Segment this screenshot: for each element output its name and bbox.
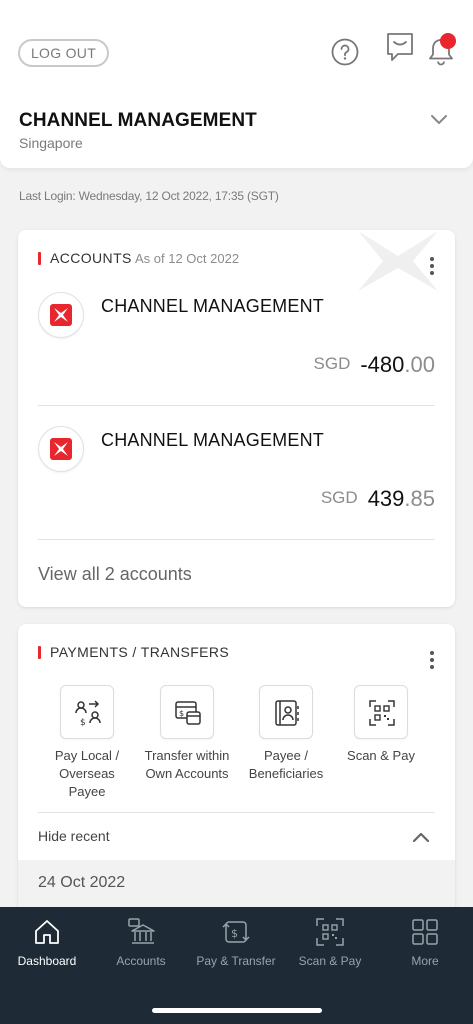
account-logo (38, 426, 84, 472)
qr-scan-icon-box (354, 685, 408, 739)
account-divider (38, 539, 435, 540)
svg-text:$: $ (179, 709, 184, 718)
account-balance-decimal: .85 (404, 486, 435, 511)
nav-scan-pay[interactable]: Scan & Pay (283, 917, 377, 968)
account-balance: SGD -480.00 (314, 352, 435, 378)
view-all-accounts-link[interactable]: View all 2 accounts (38, 564, 192, 585)
nav-more[interactable]: More (378, 917, 472, 968)
profile-name[interactable]: CHANNEL MANAGEMENT (19, 110, 257, 132)
last-login-text: Last Login: Wednesday, 12 Oct 2022, 17:3… (19, 189, 279, 203)
qr-scan-icon (369, 700, 395, 726)
accounts-more-icon[interactable] (429, 256, 435, 276)
pay-local-icon: $ (75, 700, 101, 727)
nav-dashboard-label: Dashboard (17, 954, 77, 968)
payments-card: PAYMENTS / TRANSFERS $ Pay Local / Overs… (18, 624, 455, 914)
qr-scan-icon (316, 918, 344, 946)
account-name[interactable]: CHANNEL MANAGEMENT (101, 430, 324, 451)
bank-icon (128, 918, 155, 944)
nav-pay-transfer[interactable]: $ Pay & Transfer (189, 917, 283, 968)
account-balance-whole: 439 (367, 486, 405, 511)
nav-dashboard[interactable]: Dashboard (0, 917, 94, 968)
nav-scan-pay-label: Scan & Pay (298, 954, 362, 968)
top-header: LOG OUT CHANNEL MANAGEMENT Singapore (0, 0, 473, 168)
transfer-icon: $ (175, 701, 201, 725)
hide-recent-toggle[interactable]: Hide recent (38, 828, 110, 844)
transfer-own-accounts-tile[interactable]: $ Transfer within Own Accounts (142, 685, 232, 783)
scan-pay-label: Scan & Pay (347, 748, 415, 763)
accounts-card: ACCOUNTS As of 12 Oct 2022 CHANNEL MANAG… (18, 230, 455, 607)
home-icon (35, 920, 59, 944)
bottom-navigation: Dashboard Accounts $ Pay & Transfer Scan… (0, 907, 473, 1024)
bank-logo-icon (50, 438, 72, 460)
chevron-down-icon[interactable] (430, 112, 448, 126)
svg-text:$: $ (80, 718, 86, 727)
payments-divider (38, 812, 435, 813)
accounts-title-bar (38, 252, 41, 265)
recent-date-header: 24 Oct 2022 (38, 874, 126, 891)
transfer-own-label: Transfer within Own Accounts (144, 748, 230, 781)
account-currency: SGD (313, 354, 351, 373)
home-indicator (152, 1008, 322, 1013)
scan-pay-tile[interactable]: Scan & Pay (336, 685, 426, 765)
transfer-icon-box: $ (160, 685, 214, 739)
account-balance-whole: -480 (360, 352, 405, 377)
payee-book-icon-box (259, 685, 313, 739)
chat-icon[interactable] (386, 32, 414, 62)
svg-text:$: $ (231, 927, 238, 940)
nav-more-label: More (411, 954, 439, 968)
account-divider (38, 405, 435, 406)
chevron-up-icon[interactable] (412, 831, 430, 843)
pay-transfer-icon: $ (222, 921, 250, 943)
account-balance: SGD 439.85 (321, 486, 435, 512)
payee-label: Payee / Beneficiaries (248, 748, 324, 781)
account-logo (38, 292, 84, 338)
payments-title-bar (38, 646, 41, 659)
accounts-title: ACCOUNTS (50, 250, 132, 266)
pay-local-overseas-tile[interactable]: $ Pay Local / Overseas Payee (42, 685, 132, 801)
payments-title: PAYMENTS / TRANSFERS (50, 644, 230, 660)
payee-book-icon (275, 700, 299, 726)
pay-local-label: Pay Local / Overseas Payee (54, 748, 120, 799)
nav-pay-transfer-label: Pay & Transfer (196, 954, 276, 968)
account-name[interactable]: CHANNEL MANAGEMENT (101, 296, 324, 317)
account-currency: SGD (320, 488, 358, 507)
nav-accounts-label: Accounts (116, 954, 166, 968)
profile-country: Singapore (19, 135, 83, 151)
payments-more-icon[interactable] (429, 650, 435, 670)
notification-badge (440, 33, 456, 49)
bank-logo-icon (50, 304, 72, 326)
nav-accounts[interactable]: Accounts (94, 917, 188, 968)
accounts-as-of: As of 12 Oct 2022 (135, 251, 240, 266)
pay-local-icon-box: $ (60, 685, 114, 739)
payee-beneficiaries-tile[interactable]: Payee / Beneficiaries (241, 685, 331, 783)
help-icon[interactable] (331, 38, 359, 66)
account-balance-decimal: .00 (404, 352, 435, 377)
logout-button[interactable]: LOG OUT (18, 39, 109, 67)
grid-icon (412, 919, 438, 945)
brand-watermark-icon (358, 231, 438, 291)
